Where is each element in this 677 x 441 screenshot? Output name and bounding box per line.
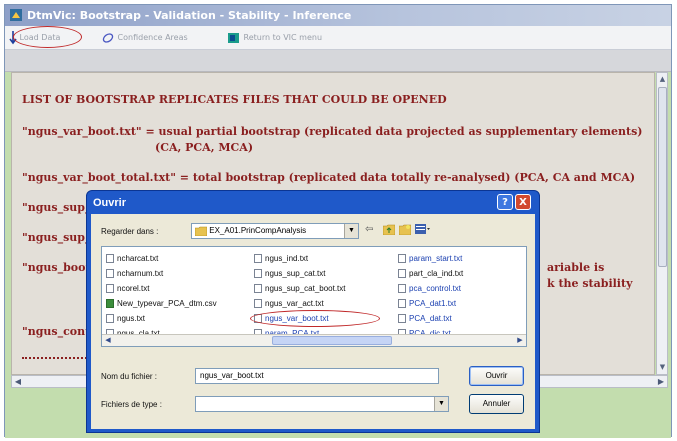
file-icon — [254, 284, 262, 294]
filename-input[interactable]: ngus_var_boot.txt — [195, 368, 439, 384]
look-in-value: EX_A01.PrinCompAnalysis — [209, 226, 307, 235]
title-bar: DtmVic: Bootstrap - Validation - Stabili… — [5, 5, 671, 26]
scroll-down-arrow-icon[interactable]: ▼ — [658, 362, 667, 373]
info-line-1a: "ngus_var_boot.txt" = usual partial boot… — [22, 125, 643, 138]
return-icon — [228, 32, 239, 43]
file-icon — [254, 269, 262, 279]
ellipse-icon — [102, 32, 114, 43]
file-item[interactable]: param_start.txt — [398, 251, 463, 266]
cancel-button[interactable]: Annuler — [469, 394, 524, 414]
filetype-label: Fichiers de type : — [101, 400, 162, 409]
file-list-scrollbar[interactable]: ◀ ▶ — [102, 334, 526, 346]
file-item[interactable]: ngus.txt — [106, 311, 217, 326]
panel-header-strip — [5, 50, 671, 72]
vertical-scrollbar[interactable]: ▲ ▼ — [656, 72, 668, 375]
info-line-5: "ngus_boot — [22, 261, 91, 274]
toolbar: Load Data Confidence Areas Return to VIC… — [5, 26, 671, 50]
file-icon — [254, 254, 262, 264]
up-folder-icon[interactable] — [382, 224, 396, 238]
file-list[interactable]: ncharcat.txt ncharnum.txt ncorel.txt New… — [101, 246, 527, 347]
confidence-areas-button[interactable]: Confidence Areas — [101, 29, 188, 47]
app-icon — [10, 9, 22, 21]
scroll-thumb[interactable] — [272, 336, 392, 345]
file-column-3: param_start.txt part_cla_ind.txt pca_con… — [398, 251, 463, 341]
file-item[interactable]: ngus_var_act.txt — [254, 296, 346, 311]
file-item[interactable]: part_cla_ind.txt — [398, 266, 463, 281]
scroll-left-arrow-icon[interactable]: ◀ — [12, 376, 24, 387]
info-line-3: "ngus_sup_ — [22, 201, 91, 214]
selection-highlight-oval — [250, 310, 380, 327]
file-item[interactable]: ncorel.txt — [106, 281, 217, 296]
file-icon — [106, 314, 114, 324]
scroll-right-arrow-icon[interactable]: ▶ — [514, 335, 526, 346]
open-file-dialog: Ouvrir ? X Regarder dans : EX_A01.PrinCo… — [86, 190, 540, 433]
info-line-1b: (CA, PCA, MCA) — [155, 141, 254, 154]
file-icon — [398, 314, 406, 324]
info-line-5-right-1: ariable is — [547, 261, 605, 274]
folder-icon — [194, 226, 208, 237]
file-column-2: ngus_ind.txt ngus_sup_cat.txt ngus_sup_c… — [254, 251, 346, 341]
back-arrow-icon[interactable]: ⇦ — [365, 224, 373, 235]
file-item[interactable]: ngus_sup_cat.txt — [254, 266, 346, 281]
look-in-select[interactable]: EX_A01.PrinCompAnalysis ▼ — [191, 223, 359, 239]
scroll-right-arrow-icon[interactable]: ▶ — [655, 376, 667, 387]
file-item[interactable]: ncharcat.txt — [106, 251, 217, 266]
new-folder-icon[interactable] — [398, 224, 412, 238]
dialog-body: Regarder dans : EX_A01.PrinCompAnalysis … — [91, 214, 535, 429]
file-item[interactable]: ngus_sup_cat_boot.txt — [254, 281, 346, 296]
file-item[interactable]: PCA_dat.txt — [398, 311, 463, 326]
file-icon — [106, 254, 114, 264]
confidence-areas-label: Confidence Areas — [117, 33, 188, 42]
look-in-label: Regarder dans : — [101, 227, 159, 236]
info-line-5-right-2: k the stability — [547, 277, 633, 290]
return-vic-button[interactable]: Return to VIC menu — [227, 29, 322, 47]
file-icon — [398, 269, 406, 279]
highlight-oval — [13, 26, 82, 48]
open-button[interactable]: Ouvrir — [469, 366, 524, 386]
scroll-up-arrow-icon[interactable]: ▲ — [658, 74, 667, 85]
file-item[interactable]: PCA_dat1.txt — [398, 296, 463, 311]
return-vic-label: Return to VIC menu — [243, 33, 323, 42]
file-item[interactable]: New_typevar_PCA_dtm.csv — [106, 296, 217, 311]
info-line-4: "ngus_sup_ — [22, 231, 91, 244]
file-column-1: ncharcat.txt ncharnum.txt ncorel.txt New… — [106, 251, 217, 341]
file-icon — [398, 254, 406, 264]
dialog-title: Ouvrir — [93, 197, 127, 209]
file-icon — [106, 269, 114, 279]
chevron-down-icon[interactable]: ▼ — [434, 397, 448, 411]
file-item[interactable]: ngus_ind.txt — [254, 251, 346, 266]
filetype-select[interactable]: ▼ — [195, 396, 449, 412]
help-button[interactable]: ? — [497, 194, 513, 210]
chevron-down-icon[interactable]: ▼ — [344, 224, 358, 238]
file-icon — [254, 299, 262, 309]
info-line-2: "ngus_var_boot_total.txt" = total bootst… — [22, 171, 636, 184]
file-item[interactable]: ncharnum.txt — [106, 266, 217, 281]
file-icon — [398, 299, 406, 309]
scroll-left-arrow-icon[interactable]: ◀ — [102, 335, 114, 346]
filename-label: Nom du fichier : — [101, 372, 158, 381]
file-item[interactable]: pca_control.txt — [398, 281, 463, 296]
window-title: DtmVic: Bootstrap - Validation - Stabili… — [27, 9, 352, 22]
csv-file-icon — [106, 299, 114, 309]
info-line-6: "ngus_conti — [22, 325, 95, 338]
panel-heading: LIST OF BOOTSTRAP REPLICATES FILES THAT … — [22, 93, 447, 106]
file-icon — [398, 284, 406, 294]
close-button[interactable]: X — [515, 194, 531, 210]
file-icon — [106, 284, 114, 294]
view-menu-icon[interactable] — [415, 224, 431, 238]
scroll-thumb[interactable] — [658, 87, 667, 267]
